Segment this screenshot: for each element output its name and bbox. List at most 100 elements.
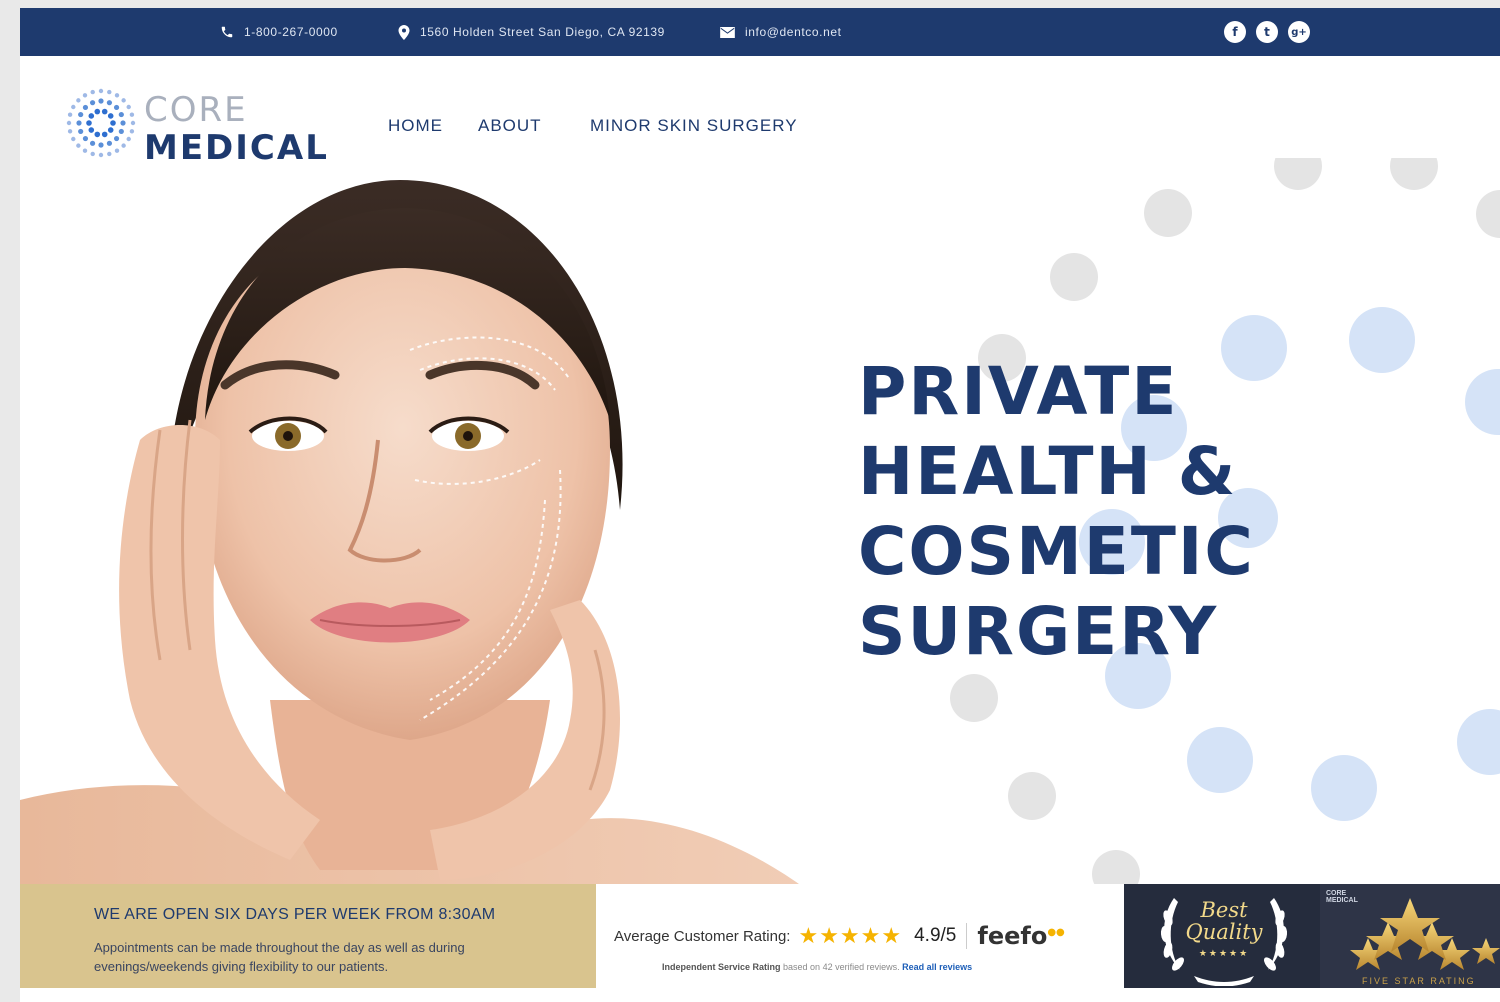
feefo-mark-icon: ●● (1047, 927, 1065, 938)
social-links: f t g+ (1224, 21, 1310, 43)
logo-ring-dot (118, 128, 124, 135)
hero-portrait-image (20, 180, 810, 892)
rating-stars-icon: ★★★★★ (798, 923, 903, 949)
opening-hours-heading: WE ARE OPEN SIX DAYS PER WEEK FROM 8:30A… (94, 906, 496, 923)
logo-ring-dot (114, 148, 120, 153)
logo-ring-dot (67, 129, 73, 134)
read-all-reviews-link[interactable]: Read all reviews (902, 962, 972, 972)
hero-headline: PRIVATE HEALTH & COSMETIC SURGERY (858, 352, 1418, 672)
opening-hours-panel: WE ARE OPEN SIX DAYS PER WEEK FROM 8:30A… (20, 884, 596, 988)
logo-ring-dot (76, 143, 81, 148)
logo-ring-dot (126, 136, 131, 142)
logo-ring-dot (107, 113, 114, 119)
email-contact[interactable]: info@dentco.net (720, 8, 842, 56)
headline-line-4: SURGERY (858, 593, 1219, 670)
web-page: 1-800-267-0000 1560 Holden Street San Di… (20, 8, 1500, 1002)
logo-ring-dot (129, 129, 135, 134)
headline-line-2: HEALTH & (858, 433, 1238, 510)
phone-contact[interactable]: 1-800-267-0000 (220, 8, 338, 56)
best-quality-badge: Best Quality ★★★★★ (1154, 888, 1294, 986)
logo-ring-dot (76, 120, 82, 126)
logo-ring-dot (71, 104, 76, 110)
facebook-icon[interactable]: f (1224, 21, 1246, 43)
customer-rating-panel: Average Customer Rating: ★★★★★ 4.9/5 fee… (596, 884, 1124, 988)
logo-ring-dot (114, 93, 120, 98)
logo-ring-dot (106, 140, 113, 146)
badge-quality-text: Quality (1185, 920, 1263, 944)
logo-ring-dot (82, 93, 88, 98)
phone-icon (221, 26, 233, 38)
headline-line-3: COSMETIC (858, 513, 1255, 590)
phone-number: 1-800-267-0000 (244, 25, 338, 39)
logo-ring-dot (90, 151, 95, 157)
logo-ring-dot (107, 89, 112, 95)
logo-ring-dot (113, 135, 120, 142)
logo-ring-dot (121, 143, 126, 148)
map-pin-icon (398, 24, 410, 40)
logo-ring-dot (121, 98, 126, 103)
logo-ring-dot (107, 127, 114, 133)
feefo-logo-text: feefo (977, 922, 1048, 950)
logo-ring-dot (101, 131, 108, 138)
logo-ring-dot (98, 142, 104, 148)
opening-hours-text: Appointments can be made throughout the … (94, 940, 465, 974)
logo-ring-dot (98, 152, 104, 158)
logo-ring-dot (89, 140, 96, 146)
feefo-logo[interactable]: feefo●● (977, 922, 1064, 950)
logo-ring-dot (88, 127, 95, 133)
logo-ring-dot (113, 104, 120, 111)
nav-home[interactable]: HOME (388, 116, 443, 136)
rating-row: Average Customer Rating: ★★★★★ 4.9/5 fee… (614, 922, 1065, 950)
top-contact-bar: 1-800-267-0000 1560 Holden Street San Di… (20, 8, 1500, 56)
five-star-rating-text: FIVE STAR RATING (1362, 976, 1476, 986)
gold-stars-icon (1350, 898, 1500, 970)
logo-ring-dot (107, 151, 112, 157)
address-text: 1560 Holden Street San Diego, CA 92139 (420, 25, 665, 39)
logo-ring-dot (98, 88, 104, 94)
logo-ring-dot (82, 135, 89, 142)
logo-ring-dot (71, 136, 76, 142)
logo-ring-dot (67, 112, 73, 117)
logo-ring-dot (82, 148, 88, 153)
logo-ring-dot (126, 104, 131, 110)
logo-ring-dot (90, 89, 95, 95)
rating-sub-text: based on 42 verified reviews. (780, 962, 903, 972)
google-plus-icon[interactable]: g+ (1288, 21, 1310, 43)
five-star-rating-badge: CORE MEDICAL FIVE STAR RATING (1320, 884, 1500, 988)
logo-ring-dot (98, 98, 104, 104)
logo-word-medical: MEDICAL (144, 128, 329, 168)
dotted-ring-logo-icon (66, 88, 136, 158)
email-address: info@dentco.net (745, 25, 842, 39)
logo-ring-dot (118, 111, 124, 118)
address-contact[interactable]: 1560 Holden Street San Diego, CA 92139 (398, 8, 665, 56)
rating-label: Average Customer Rating: (614, 927, 791, 945)
award-badges-panel: Best Quality ★★★★★ CORE MEDICAL FIVE STA… (1124, 884, 1500, 988)
badge-stars-icon: ★★★★★ (1198, 948, 1250, 958)
logo-ring-dot (78, 111, 84, 118)
nav-minor-skin-surgery[interactable]: MINOR SKIN SURGERY (590, 116, 798, 136)
logo-ring-dot (94, 108, 101, 115)
site-logo[interactable]: CORE MEDICAL (66, 88, 336, 168)
rating-score: 4.9/5 (914, 925, 957, 946)
badge-best-text: Best (1200, 898, 1248, 922)
envelope-icon (720, 26, 735, 38)
logo-ring-dot (88, 113, 95, 119)
logo-ring-dot (82, 104, 89, 111)
logo-ring-dot (78, 128, 84, 135)
logo-ring-dot (130, 120, 136, 126)
headline-line-1: PRIVATE (858, 353, 1179, 430)
logo-ring-dot (89, 100, 96, 106)
rating-subtext: Independent Service Rating based on 42 v… (662, 962, 972, 972)
twitter-icon[interactable]: t (1256, 21, 1278, 43)
logo-ring-dot (86, 120, 92, 126)
logo-ring-dot (106, 100, 113, 106)
logo-ring-dot (120, 120, 126, 126)
logo-ring-dot (101, 108, 108, 115)
logo-ring-dot (94, 131, 101, 138)
nav-about[interactable]: ABOUT (478, 116, 542, 136)
logo-ring-dot (66, 120, 72, 126)
rating-divider (966, 923, 968, 949)
rating-sub-bold: Independent Service Rating (662, 962, 781, 972)
logo-ring-dot (129, 112, 135, 117)
logo-ring-dot (76, 98, 81, 103)
